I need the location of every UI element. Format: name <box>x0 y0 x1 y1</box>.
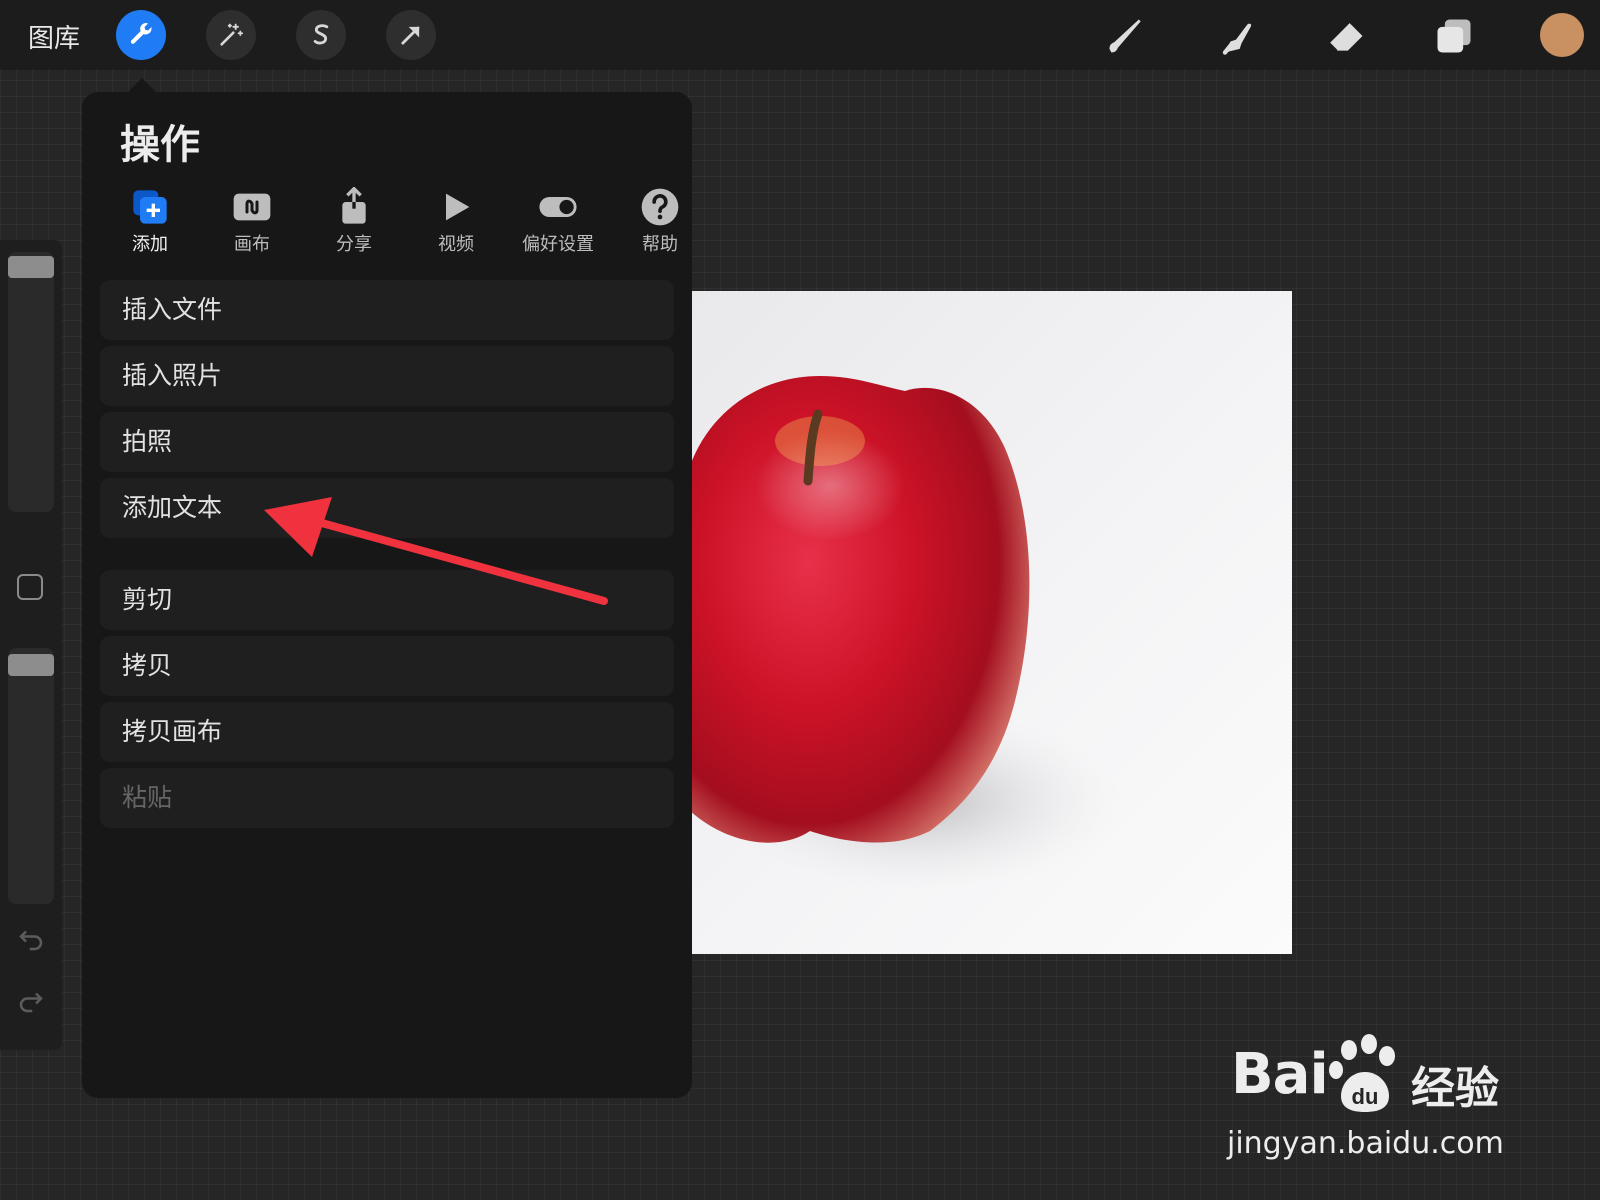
eraser-icon <box>1328 23 1363 52</box>
baidu-watermark: Bai du 经验 jingyan.baidu.com <box>1225 1030 1585 1161</box>
eraser-tool[interactable] <box>1322 12 1370 60</box>
selection-s-icon <box>313 24 329 45</box>
tab-label: 分享 <box>336 234 372 255</box>
menu-item-copy[interactable]: 拷贝 <box>100 636 674 696</box>
tab-share[interactable]: 分享 <box>306 184 402 264</box>
panel-title: 操作 <box>120 122 200 168</box>
selection-button[interactable] <box>296 10 346 60</box>
tab-help[interactable]: 帮助 <box>612 184 708 264</box>
menu-item-paste[interactable]: 粘贴 <box>100 768 674 828</box>
menu-item-insert-photo[interactable]: 插入照片 <box>100 346 674 406</box>
tab-label: 帮助 <box>642 234 678 255</box>
actions-panel: 操作 添加 画布 分享 视频 偏好设置 帮助 插入文件 插入照片 拍照 添加文本… <box>82 92 692 1098</box>
transform-arrow-icon <box>401 26 420 45</box>
undo-icon <box>19 930 43 951</box>
layers-tool[interactable] <box>1430 12 1478 60</box>
play-icon <box>446 193 470 221</box>
tab-add[interactable]: 添加 <box>102 184 198 264</box>
watermark-du: du <box>1352 1084 1379 1109</box>
toggle-icon <box>539 197 577 217</box>
top-toolbar: 图库 <box>0 0 1600 70</box>
wrench-icon <box>130 23 152 44</box>
opacity-slider[interactable] <box>8 648 54 904</box>
share-icon <box>342 187 366 224</box>
brush-size-slider[interactable] <box>8 252 54 512</box>
tab-canvas[interactable]: 画布 <box>204 184 300 264</box>
adjustments-button[interactable] <box>206 10 256 60</box>
layers-icon <box>1437 19 1471 53</box>
artwork-canvas[interactable] <box>690 291 1292 954</box>
smudge-tool[interactable] <box>1212 12 1260 60</box>
tab-preferences[interactable]: 偏好设置 <box>510 184 606 264</box>
transform-button[interactable] <box>386 10 436 60</box>
redo-button[interactable] <box>16 986 46 1016</box>
actions-tabs: 添加 画布 分享 视频 偏好设置 帮助 <box>102 184 679 264</box>
smudge-icon <box>1222 23 1252 55</box>
magic-wand-icon <box>220 23 244 46</box>
brush-size-thumb[interactable] <box>8 256 54 278</box>
menu-item-take-photo[interactable]: 拍照 <box>100 412 674 472</box>
watermark-brand: Bai <box>1231 1042 1329 1107</box>
modify-button[interactable] <box>17 574 43 600</box>
help-icon <box>641 188 679 226</box>
redo-icon <box>19 992 43 1013</box>
brush-tool[interactable] <box>1102 12 1150 60</box>
menu-item-insert-file[interactable]: 插入文件 <box>100 280 674 340</box>
menu-item-add-text[interactable]: 添加文本 <box>100 478 674 538</box>
color-picker-swatch[interactable] <box>1540 13 1584 57</box>
add-image-icon <box>133 190 167 224</box>
tab-video[interactable]: 视频 <box>408 184 504 264</box>
opacity-thumb[interactable] <box>8 654 54 676</box>
watermark-url: jingyan.baidu.com <box>1227 1126 1504 1161</box>
panel-pointer <box>128 78 156 92</box>
brush-icon <box>1109 19 1141 53</box>
canvas-icon <box>233 193 271 221</box>
menu-item-copy-canvas[interactable]: 拷贝画布 <box>100 702 674 762</box>
actions-wrench-button[interactable] <box>116 10 166 60</box>
watermark-product: 经验 <box>1411 1063 1499 1114</box>
tab-label: 添加 <box>132 234 168 255</box>
apple-image <box>690 376 1120 891</box>
undo-button[interactable] <box>16 924 46 954</box>
gallery-button[interactable]: 图库 <box>28 18 80 55</box>
paw-logo-icon: du <box>1329 1034 1395 1112</box>
tab-label: 偏好设置 <box>522 234 594 255</box>
tab-label: 视频 <box>438 234 474 255</box>
menu-item-cut[interactable]: 剪切 <box>100 570 674 630</box>
left-sidebar <box>0 240 62 1050</box>
tab-label: 画布 <box>234 234 270 255</box>
